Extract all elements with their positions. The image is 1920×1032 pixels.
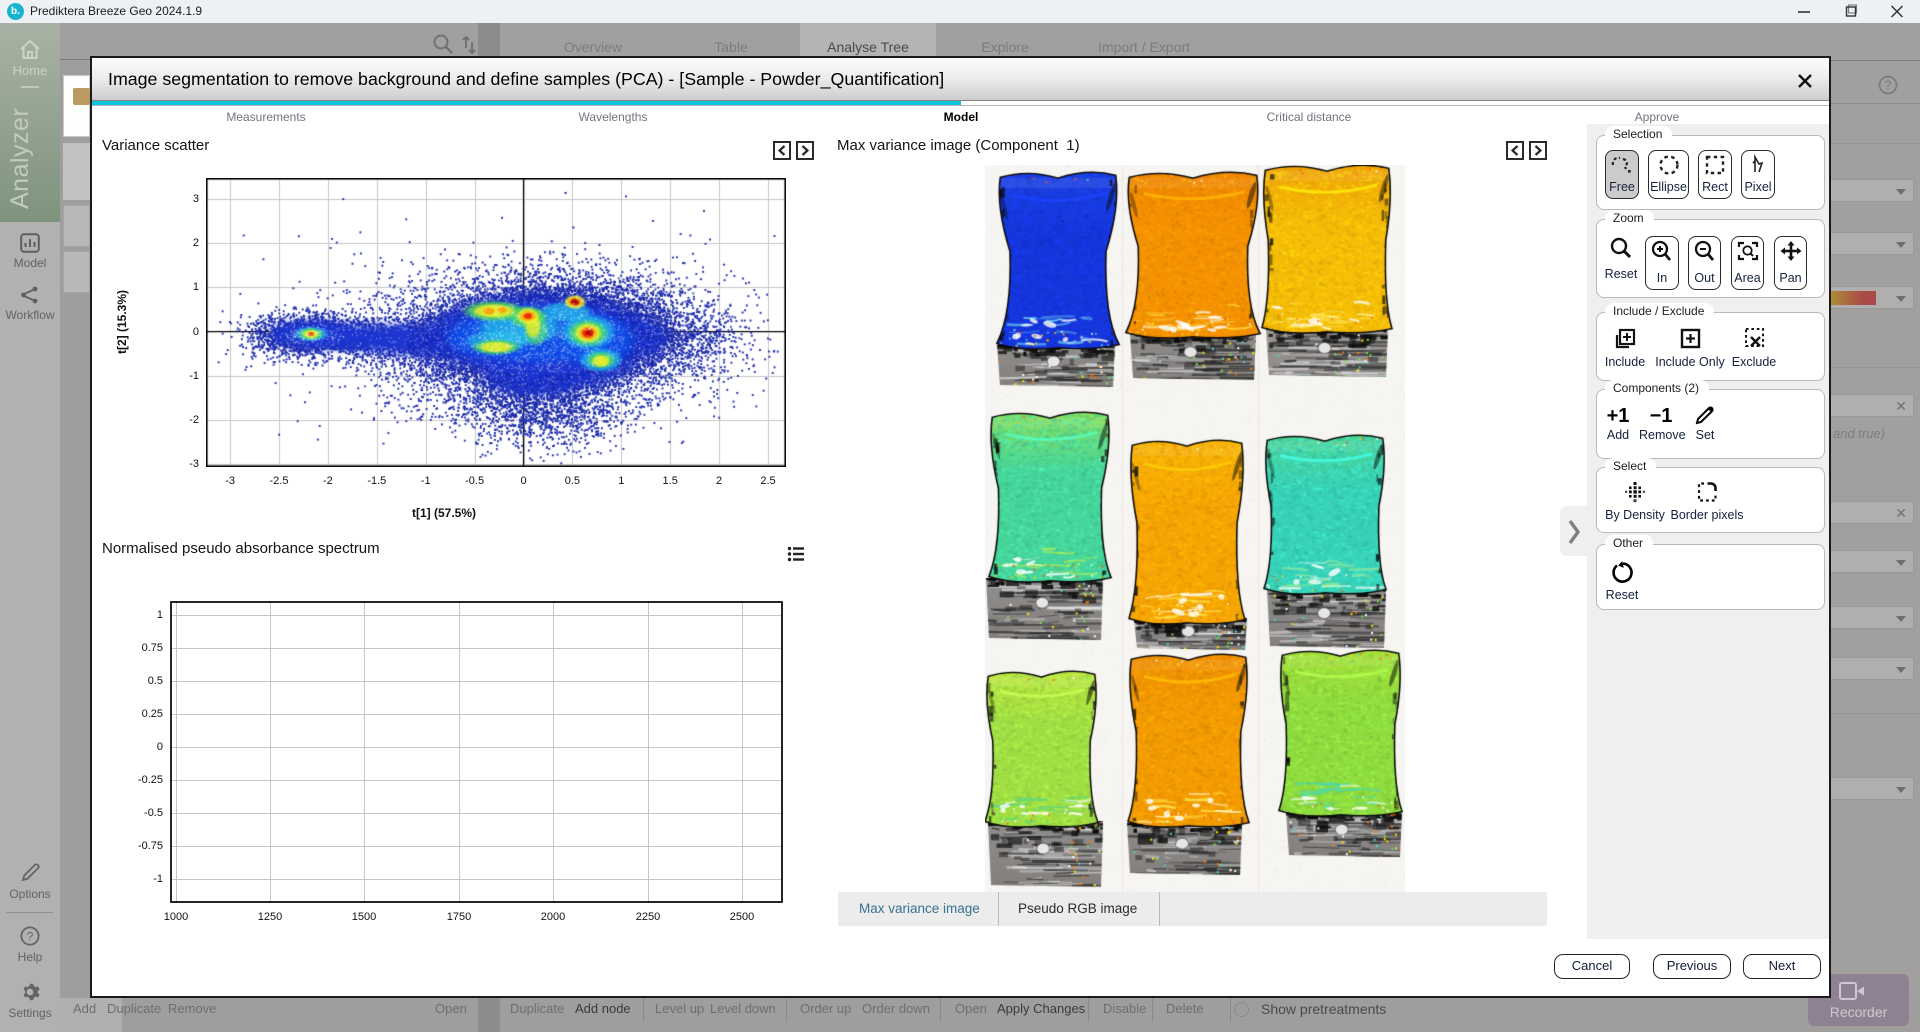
- svg-text:?: ?: [1885, 79, 1892, 93]
- svg-text:?: ?: [27, 930, 34, 944]
